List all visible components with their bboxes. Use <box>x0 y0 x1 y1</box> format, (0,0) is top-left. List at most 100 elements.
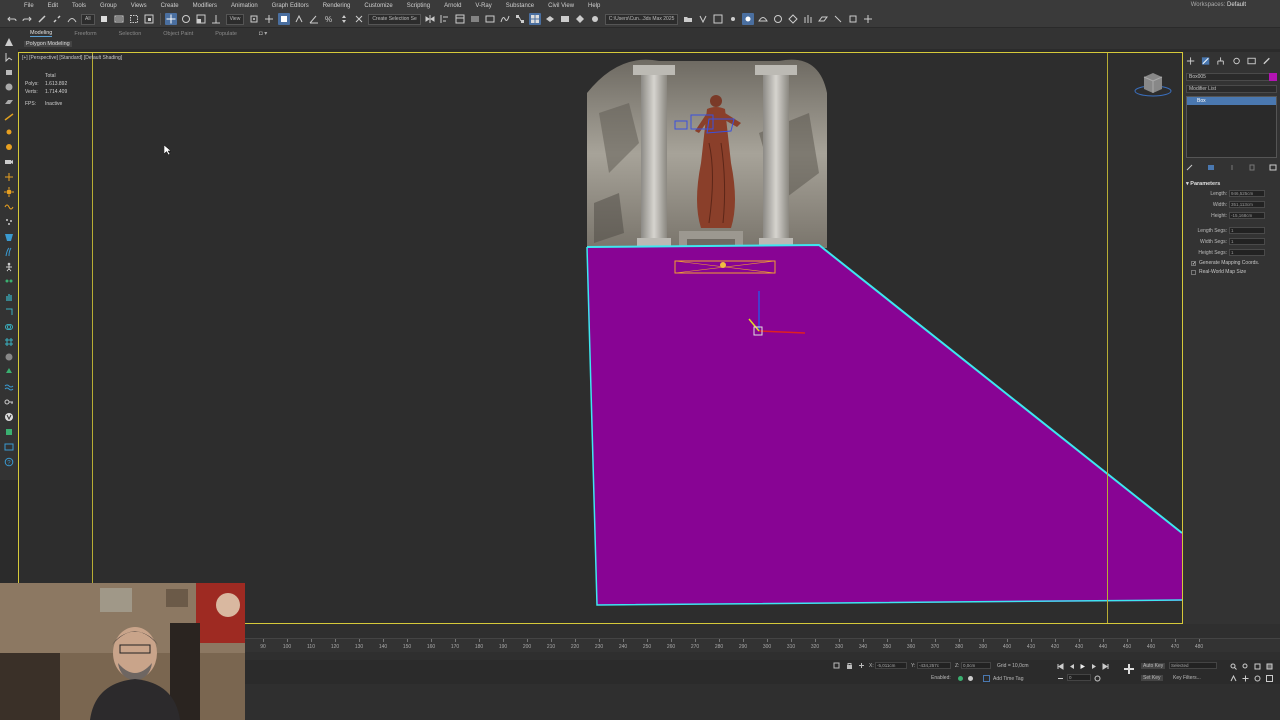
zoom-extents-icon[interactable] <box>1254 663 1261 670</box>
vray-fur-icon[interactable] <box>802 13 814 25</box>
vray-dome-icon[interactable] <box>757 13 769 25</box>
shape-icon[interactable] <box>4 307 14 317</box>
utilities-tab-icon[interactable] <box>1262 56 1271 66</box>
viewcube-icon[interactable] <box>1134 71 1172 97</box>
vray-plane-icon[interactable] <box>817 13 829 25</box>
orbit-icon[interactable] <box>1254 675 1261 682</box>
select-tool-icon[interactable] <box>4 52 14 62</box>
menu-vray[interactable]: V-Ray <box>475 3 491 9</box>
schematic-view-icon[interactable] <box>514 13 526 25</box>
menu-graph-editors[interactable]: Graph Editors <box>272 3 309 9</box>
tab-selection[interactable]: Selection <box>119 31 142 37</box>
hair-icon[interactable] <box>4 247 14 257</box>
selection-lock-icon[interactable] <box>846 662 853 669</box>
menu-animation[interactable]: Animation <box>231 3 258 9</box>
hierarchy-tab-icon[interactable] <box>1216 56 1225 66</box>
previous-frame-icon[interactable] <box>1068 663 1075 670</box>
placement-icon[interactable] <box>210 13 222 25</box>
layer-explorer-icon[interactable] <box>469 13 481 25</box>
tab-populate[interactable]: Populate <box>215 31 237 37</box>
height-spinner[interactable]: -15,168cm <box>1229 212 1265 219</box>
tab-object-paint[interactable]: Object Paint <box>163 31 193 37</box>
length-segs-spinner[interactable]: 1 <box>1229 227 1265 234</box>
workspace-selector[interactable]: Workspaces: Default <box>1191 2 1246 8</box>
cloth-icon[interactable] <box>4 232 14 242</box>
hand-icon[interactable] <box>4 292 14 302</box>
vray-frame-buffer-icon[interactable] <box>712 13 724 25</box>
add-time-tag-button[interactable]: Add Time Tag <box>993 676 1023 682</box>
named-selection-dropdown[interactable]: Create Selection Se <box>368 13 421 25</box>
space-warp-icon[interactable] <box>4 202 14 212</box>
project-path-dropdown[interactable]: C:\Users\Cun...3ds Max 2025 <box>604 13 679 25</box>
menu-civil-view[interactable]: Civil View <box>548 3 574 9</box>
rect-selection-icon[interactable] <box>128 13 140 25</box>
box-primitive-icon[interactable] <box>4 67 14 77</box>
configure-sets-icon[interactable] <box>1269 164 1277 171</box>
goto-end-icon[interactable] <box>1102 663 1109 670</box>
menu-modifiers[interactable]: Modifiers <box>193 3 217 9</box>
maximize-viewport-icon[interactable] <box>1266 675 1273 682</box>
tab-modeling[interactable]: Modeling <box>30 30 53 37</box>
modifier-list-dropdown[interactable]: Modifier List <box>1186 85 1277 93</box>
make-unique-icon[interactable] <box>1228 164 1236 171</box>
set-key-button[interactable]: Set Key <box>1141 675 1163 681</box>
tab-freeform[interactable]: Freeform <box>74 31 96 37</box>
key-mode-icon[interactable] <box>1057 675 1064 682</box>
align-icon[interactable] <box>439 13 451 25</box>
zoom-extents-all-icon[interactable] <box>1266 663 1273 670</box>
scripting-listener-icon[interactable] <box>983 675 990 682</box>
reference-coord-dropdown[interactable]: View <box>225 13 245 25</box>
sun-icon[interactable] <box>4 186 14 197</box>
tree-icon[interactable] <box>4 367 14 377</box>
vray-sphere-icon[interactable] <box>772 13 784 25</box>
timeline-track[interactable]: 90 100 110 120 130 140 150 160 170 180 190 200 210 22… <box>245 638 1280 652</box>
pan-view-icon[interactable] <box>1242 675 1249 682</box>
adaptive-degradation-icon[interactable] <box>957 675 964 682</box>
window-crossing-icon[interactable] <box>143 13 155 25</box>
sphere-primitive-icon[interactable] <box>4 82 14 92</box>
keyboard-shortcut-override-icon[interactable] <box>277 13 290 25</box>
modify-tab-icon[interactable] <box>1201 56 1210 66</box>
menu-substance[interactable]: Substance <box>506 3 534 9</box>
help-icon[interactable]: ? <box>4 457 14 467</box>
vray-mesh-clipper-icon[interactable] <box>832 13 844 25</box>
motion-tab-icon[interactable] <box>1232 56 1241 66</box>
rendered-frame-window-icon[interactable] <box>559 13 571 25</box>
camera-icon[interactable] <box>4 157 14 167</box>
vray-enmesh-icon[interactable] <box>862 13 874 25</box>
time-tag-icon[interactable] <box>967 675 974 682</box>
vray-decal-icon[interactable] <box>847 13 859 25</box>
unlink-icon[interactable] <box>51 13 63 25</box>
key-filters-button[interactable]: Key Filters... <box>1173 675 1201 681</box>
angle-snap-icon[interactable] <box>308 13 320 25</box>
material-editor-icon[interactable] <box>529 13 542 25</box>
absolute-mode-icon[interactable] <box>858 662 865 669</box>
auto-key-button[interactable]: Auto Key <box>1141 663 1166 669</box>
rotate-icon[interactable] <box>180 13 192 25</box>
project-folder-icon[interactable] <box>682 13 694 25</box>
display-tab-icon[interactable] <box>1247 56 1256 66</box>
isolate-selection-icon[interactable] <box>833 662 840 669</box>
menu-group[interactable]: Group <box>100 3 117 9</box>
selection-filter-dropdown[interactable]: All <box>81 13 95 25</box>
stack-item-box[interactable]: Box <box>1187 97 1276 105</box>
vray-icon[interactable] <box>697 13 709 25</box>
viewport-label-menu[interactable]: [+] [Perspective] [Standard] [Default Sh… <box>22 55 122 61</box>
x-coordinate-field[interactable]: -5,011cm <box>875 662 907 669</box>
zoom-icon[interactable] <box>1230 663 1237 670</box>
play-icon[interactable] <box>1079 663 1086 670</box>
real-world-map-checkbox[interactable]: Real-World Map Size <box>1191 269 1277 275</box>
field-of-view-icon[interactable] <box>1230 675 1237 682</box>
create-panel-icon[interactable] <box>4 37 14 47</box>
key-set-dropdown[interactable]: Selected <box>1169 662 1217 669</box>
length-spinner[interactable]: 946,525cm <box>1229 190 1265 197</box>
parameters-rollout[interactable]: ▾ Parameters <box>1186 181 1277 187</box>
generate-mapping-checkbox[interactable]: ✓ Generate Mapping Coords. <box>1191 260 1277 266</box>
menu-customize[interactable]: Customize <box>364 3 392 9</box>
waves-icon[interactable] <box>4 382 14 392</box>
show-end-result-icon[interactable] <box>1207 164 1215 171</box>
menu-file[interactable]: File <box>24 3 34 9</box>
width-segs-spinner[interactable]: 1 <box>1229 238 1265 245</box>
menu-create[interactable]: Create <box>161 3 179 9</box>
object-name-field[interactable]: Box005 <box>1186 73 1277 81</box>
